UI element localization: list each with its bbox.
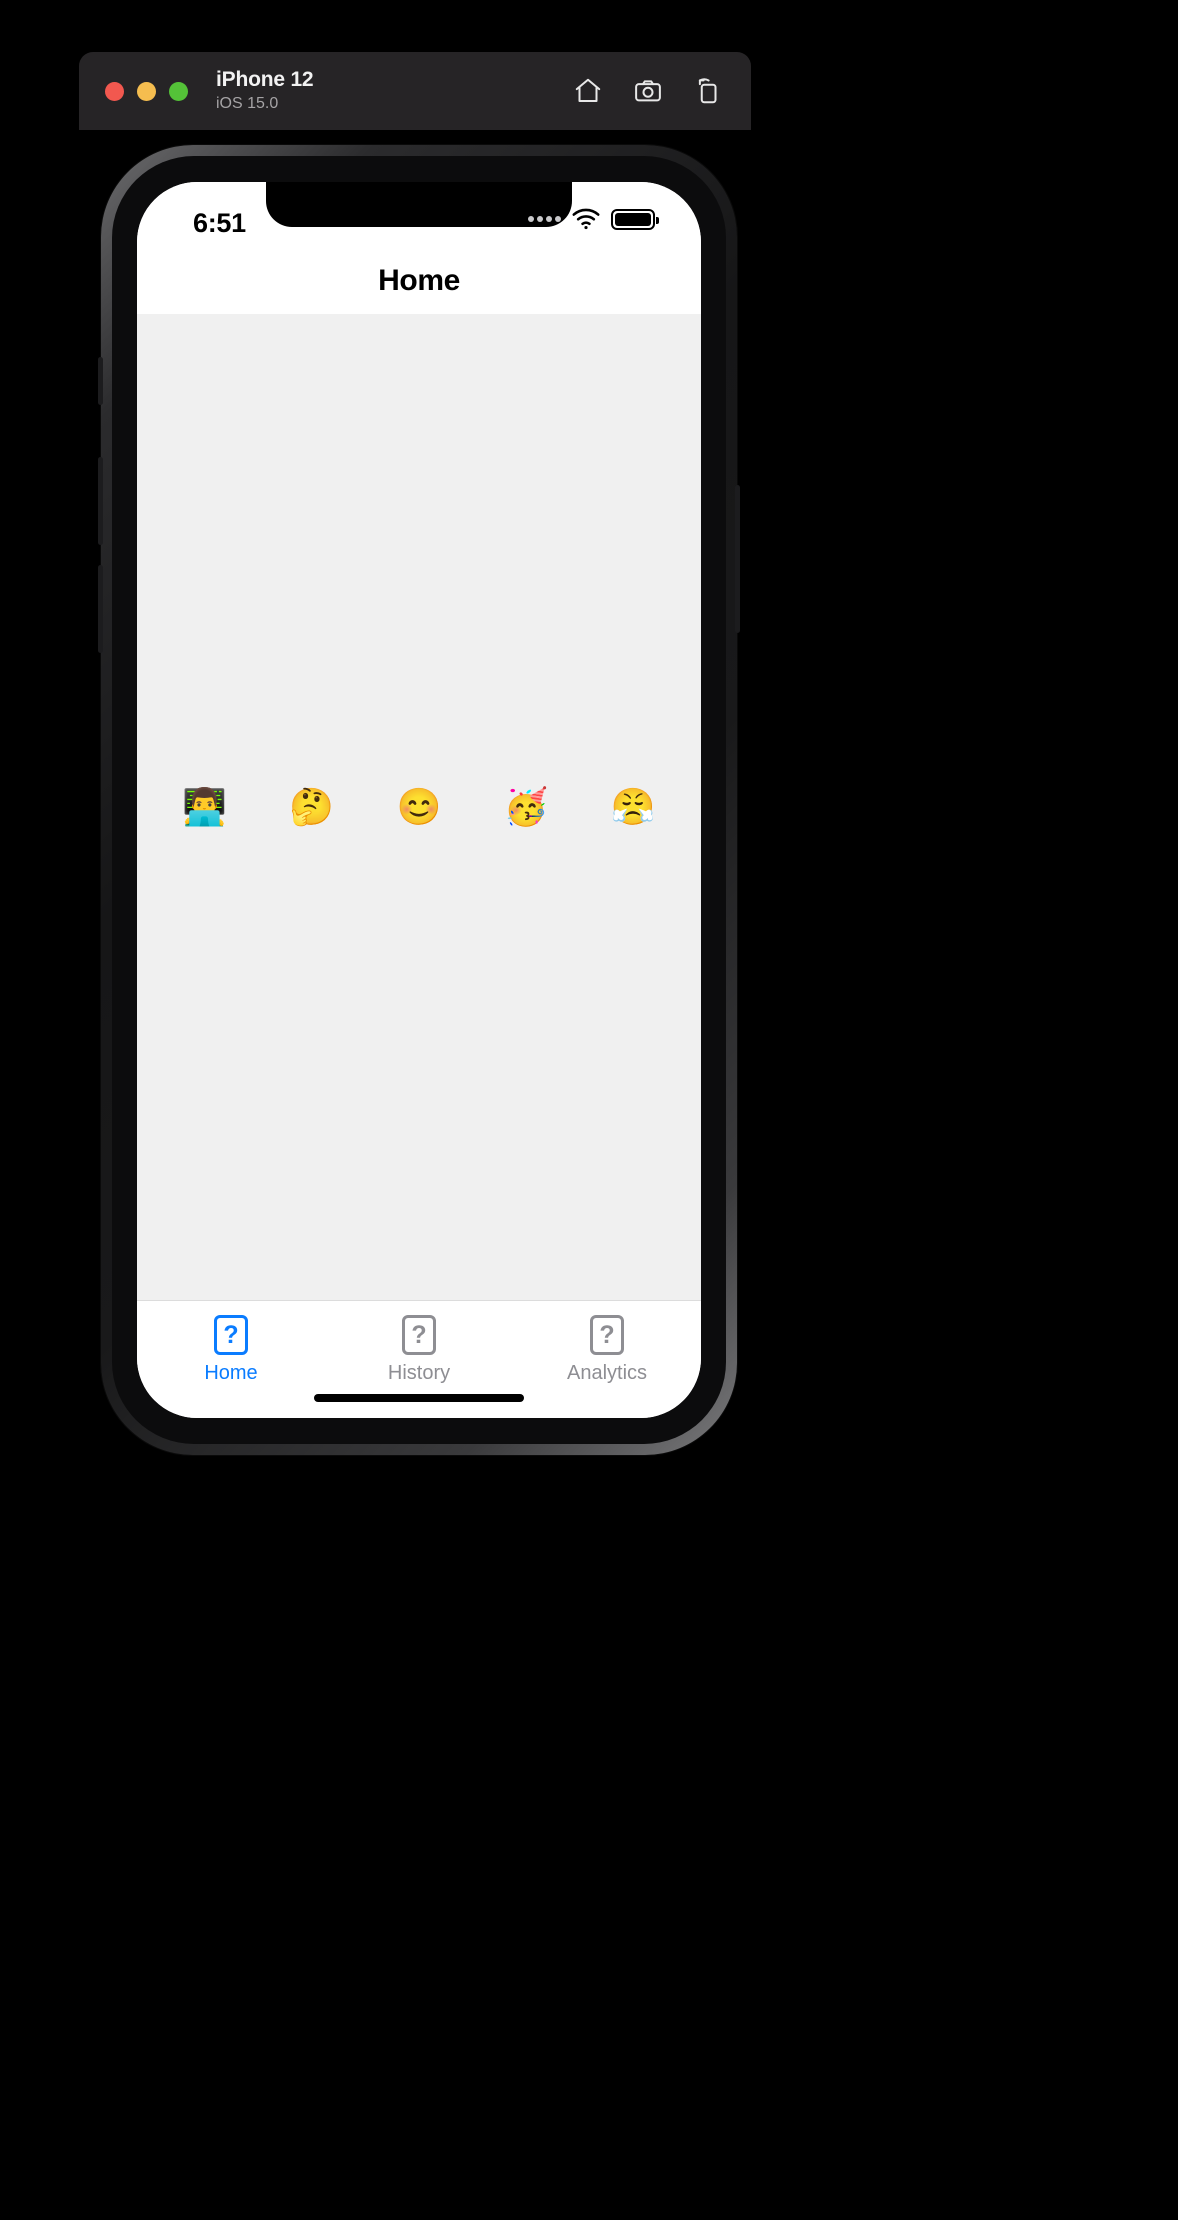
- device-screen: 6:51: [137, 182, 701, 1418]
- navigation-bar: Home: [137, 248, 701, 314]
- face-with-steam-emoji[interactable]: 😤: [611, 789, 656, 825]
- minimize-button[interactable]: [137, 81, 156, 101]
- cellular-signal-icon: [528, 216, 561, 222]
- rotate-device-icon[interactable]: [691, 74, 725, 108]
- window-title-block: iPhone 12 iOS 15.0: [216, 68, 314, 113]
- home-indicator[interactable]: [314, 1394, 524, 1402]
- analytics-tab-icon: ?: [590, 1315, 624, 1355]
- maximize-button[interactable]: [169, 81, 188, 101]
- close-button[interactable]: [105, 81, 124, 101]
- history-tab-icon: ?: [402, 1315, 436, 1355]
- smiling-face-emoji[interactable]: 😊: [397, 789, 442, 825]
- wifi-icon: [572, 208, 600, 230]
- home-tab-icon: ?: [214, 1315, 248, 1355]
- ios-status-bar: 6:51: [137, 182, 701, 248]
- screenshot-camera-icon[interactable]: [631, 74, 665, 108]
- volume-down-button[interactable]: [98, 565, 103, 653]
- home-icon[interactable]: [571, 74, 605, 108]
- silent-switch[interactable]: [98, 357, 103, 405]
- man-technologist-emoji[interactable]: 👨‍💻: [182, 789, 227, 825]
- status-indicators: [528, 208, 659, 230]
- tab-analytics[interactable]: ? Analytics: [513, 1315, 701, 1385]
- partying-face-emoji[interactable]: 🥳: [504, 789, 549, 825]
- window-controls: [105, 81, 188, 101]
- battery-icon: [611, 208, 659, 230]
- content-area: 👨‍💻 🤔 😊 🥳 😤: [137, 314, 701, 1300]
- device-frame: 6:51: [98, 145, 740, 1455]
- notch: [266, 182, 572, 227]
- window-title: iPhone 12: [216, 68, 314, 92]
- tab-analytics-label: Analytics: [566, 1362, 648, 1384]
- tab-home-label: Home: [204, 1362, 258, 1384]
- toolbar-actions: [571, 74, 725, 108]
- power-button[interactable]: [735, 485, 740, 633]
- tab-history[interactable]: ? History: [325, 1315, 513, 1385]
- device-inner-bezel: 6:51: [112, 156, 726, 1444]
- emoji-row: 👨‍💻 🤔 😊 🥳 😤: [137, 789, 701, 825]
- window-subtitle: iOS 15.0: [216, 94, 279, 112]
- volume-up-button[interactable]: [98, 457, 103, 545]
- simulator-window: iPhone 12 iOS 15.0: [0, 0, 1178, 2220]
- tab-history-label: History: [387, 1362, 451, 1384]
- status-time: 6:51: [193, 208, 246, 238]
- page-title: Home: [378, 264, 460, 297]
- tab-home[interactable]: ? Home: [137, 1315, 325, 1385]
- thinking-face-emoji[interactable]: 🤔: [289, 789, 334, 825]
- simulator-toolbar: iPhone 12 iOS 15.0: [79, 52, 751, 130]
